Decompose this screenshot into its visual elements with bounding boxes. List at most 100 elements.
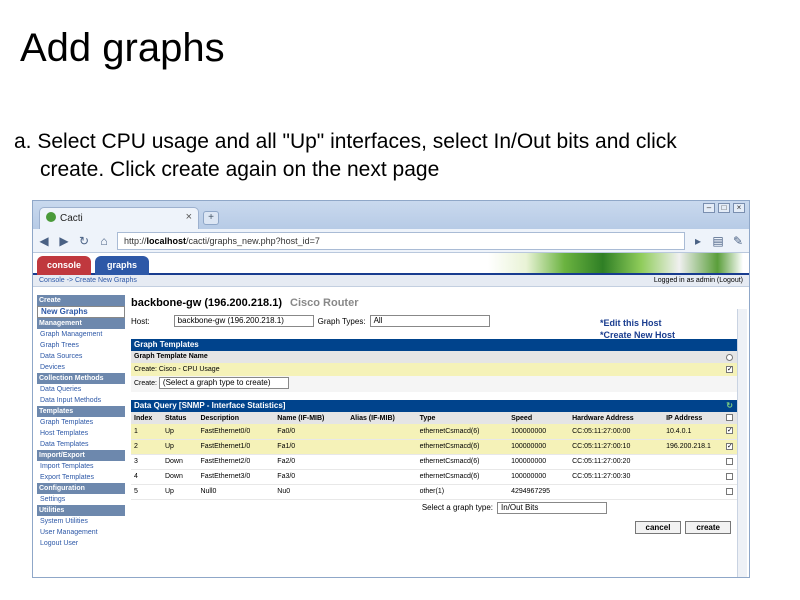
row-checkbox[interactable] [726, 472, 733, 480]
url-host: localhost [146, 235, 187, 246]
sidebar-item[interactable]: Graph Templates [37, 417, 125, 428]
column-header: Alias (IF-MIB) [347, 412, 417, 424]
table-cell: Fa1/0 [274, 439, 348, 455]
menu-section-header: Management [37, 318, 125, 329]
minimize-icon[interactable]: – [703, 203, 715, 213]
close-window-icon[interactable]: × [733, 203, 745, 213]
select-all-checkbox-box[interactable] [726, 414, 733, 421]
forward-icon[interactable]: ▶ [57, 234, 71, 248]
table-row[interactable]: 4 Down FastEthernet3/0 Fa3/0 ethernetCsmacd(… [131, 469, 737, 485]
table-cell [569, 484, 664, 500]
table-cell: 100000000 [508, 439, 570, 455]
table-row[interactable]: 1 Up FastEthernet0/0 Fa0/0 ethernetCsmacd(6)… [131, 424, 737, 440]
row-checkbox[interactable] [726, 487, 733, 495]
create-button[interactable]: create [685, 520, 731, 534]
tab-close-icon[interactable]: × [186, 211, 192, 223]
sidebar-item[interactable]: Import Templates [37, 461, 125, 472]
table-cell [347, 484, 417, 500]
table-cell: 100000000 [508, 469, 570, 485]
page-scrollbar[interactable] [737, 309, 747, 577]
table-cell [347, 469, 417, 485]
host-heading: backbone-gw (196.200.218.1) Cisco Router [131, 295, 737, 313]
url-path: /cacti/graphs_new.php?host_id=7 [186, 235, 320, 246]
sidebar-item[interactable]: Export Templates [37, 472, 125, 483]
cpu-checkbox[interactable]: ✓ [726, 366, 733, 373]
table-cell: other(1) [416, 484, 509, 500]
instruction-text: a. Select CPU usage and all "Up" interfa… [14, 128, 794, 184]
table-cell: 2 [131, 439, 162, 455]
table-cell: CC:05:11:27:00:10 [569, 439, 664, 455]
table-cell: 4 [131, 469, 162, 485]
sidebar-menu: Create New Graphs Management Graph Manageme… [37, 295, 125, 549]
create-graph-type-select[interactable]: (Select a graph type to create) [158, 377, 289, 389]
sidebar-item[interactable]: Graph Trees [37, 340, 125, 351]
sidebar-item[interactable]: Data Sources [37, 351, 125, 362]
row-checkbox[interactable] [726, 457, 733, 465]
sidebar-item[interactable]: Devices [37, 362, 125, 373]
sidebar-item[interactable]: Logout User [37, 538, 125, 549]
table-cell [663, 469, 733, 485]
sidebar-item[interactable]: Data Templates [37, 439, 125, 450]
row-checkbox[interactable]: ✓ [726, 442, 733, 450]
data-query-header: Data Query [SNMP - Interface Statistics]… [131, 400, 737, 412]
table-row[interactable]: 2 Up FastEthernet1/0 Fa1/0 ethernetCsmacd(6)… [131, 439, 737, 455]
tab-strip: Cacti × + – □ × [33, 201, 749, 229]
table-cell: Fa3/0 [274, 469, 348, 485]
create-cpu-label: Create: Cisco - CPU Usage [134, 366, 220, 373]
select-all-icon[interactable] [726, 354, 733, 361]
instruction-line-2: create. Click create again on the next p… [40, 158, 440, 181]
sidebar-item[interactable]: New Graphs [37, 306, 125, 318]
refresh-icon[interactable]: ↻ [726, 400, 733, 412]
select-graph-type-dropdown[interactable]: In/Out Bits [497, 501, 607, 514]
sidebar-item[interactable]: Data Input Methods [37, 395, 125, 406]
maximize-icon[interactable]: □ [718, 203, 730, 213]
column-header: Speed [508, 412, 570, 424]
graph-types-select[interactable]: All [369, 315, 490, 327]
new-tab-button[interactable]: + [203, 211, 219, 225]
row-checkbox[interactable]: ✓ [726, 427, 733, 434]
menu-section-header: Configuration [37, 483, 125, 494]
tab-title: Cacti [60, 213, 83, 224]
table-row[interactable]: 5 Up Null0 Nu0 other(1) 4294967295 [131, 484, 737, 500]
host-select[interactable]: backbone-gw (196.200.218.1) [173, 315, 314, 327]
home-icon[interactable]: ⌂ [97, 234, 111, 248]
tab-graphs[interactable]: graphs [95, 256, 149, 275]
sidebar-item[interactable]: Graph Management [37, 329, 125, 340]
reload-icon[interactable]: ↻ [77, 234, 91, 248]
table-cell: Null0 [197, 484, 275, 500]
data-query-title: Data Query [SNMP - Interface Statistics] [134, 401, 286, 410]
column-header: Hardware Address [569, 412, 664, 424]
nav-bar: ◀ ▶ ↻ ⌂ http://localhost/cacti/graphs_ne… [33, 229, 749, 253]
sidebar-item[interactable]: Host Templates [37, 428, 125, 439]
go-icon[interactable]: ▸ [691, 234, 705, 248]
template-row-cpu: Create: Cisco - CPU Usage ✓ [131, 363, 737, 376]
data-query-table: Index Status Description Name (IF-MIB) Alias… [131, 412, 737, 500]
cancel-button[interactable]: cancel [634, 520, 682, 534]
table-row[interactable]: 3 Down FastEthernet2/0 Fa2/0 ethernetCsmacd(… [131, 454, 737, 470]
edit-host-link[interactable]: *Edit this Host [600, 317, 675, 329]
page-icon[interactable]: ▤ [711, 234, 725, 248]
table-cell: ethernetCsmacd(6) [416, 424, 509, 440]
sidebar-item[interactable]: Settings [37, 494, 125, 505]
sidebar-item[interactable]: System Utilities [37, 516, 125, 527]
tab-console[interactable]: console [37, 256, 91, 275]
browser-window: Cacti × + – □ × ◀ ▶ ↻ ⌂ http://localhost… [32, 200, 750, 578]
breadcrumb[interactable]: Console -> Create New Graphs [39, 277, 137, 284]
graph-template-name-header: Graph Template Name [131, 351, 737, 363]
column-header: Index [131, 412, 162, 424]
browser-tab[interactable]: Cacti × [39, 207, 199, 229]
table-cell: 3 [131, 454, 162, 470]
table-cell: ethernetCsmacd(6) [416, 439, 509, 455]
host-label: Host: [131, 316, 150, 326]
back-icon[interactable]: ◀ [37, 234, 51, 248]
banner-cactus-image [488, 253, 743, 273]
address-bar[interactable]: http://localhost/cacti/graphs_new.php?ho… [117, 231, 685, 250]
table-cell: ethernetCsmacd(6) [416, 469, 509, 485]
sidebar-item[interactable]: Data Queries [37, 384, 125, 395]
table-cell: FastEthernet2/0 [197, 454, 275, 470]
form-buttons: cancel create [634, 520, 731, 534]
sidebar-item[interactable]: User Management [37, 527, 125, 538]
graph-types-label: Graph Types: [317, 316, 366, 326]
wrench-icon[interactable]: ✎ [731, 234, 745, 248]
table-cell: CC:05:11:27:00:00 [569, 424, 664, 440]
